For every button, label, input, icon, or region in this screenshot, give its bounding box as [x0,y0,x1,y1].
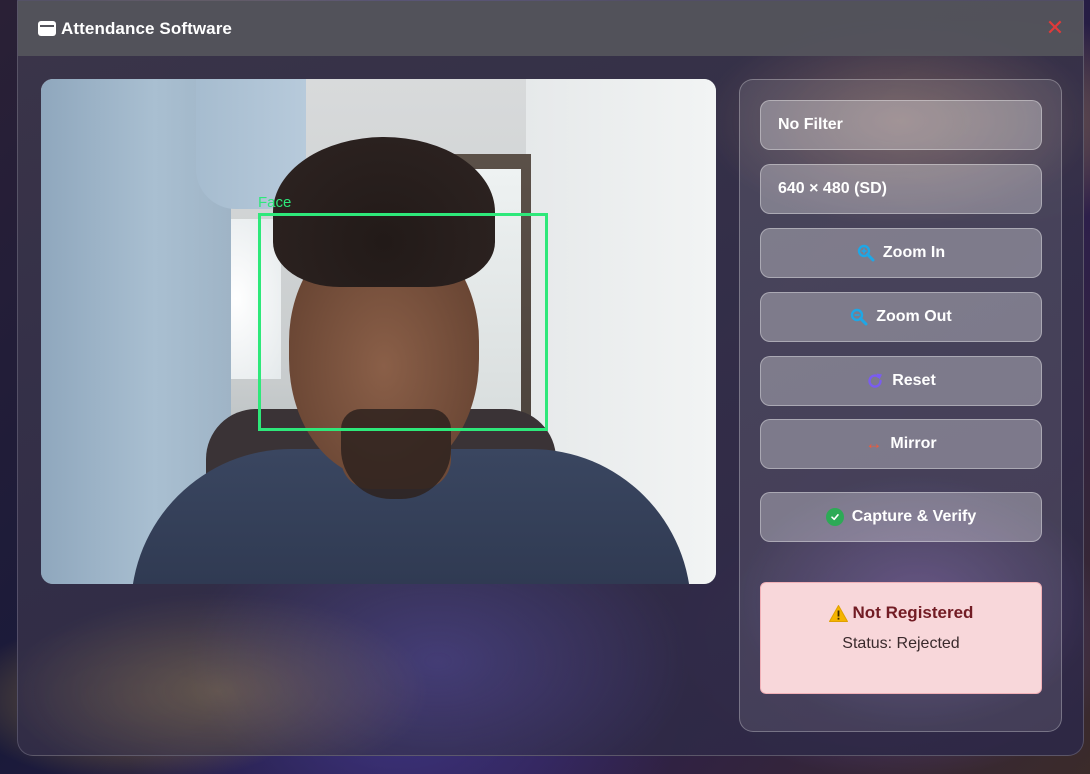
zoom-out-button[interactable]: Zoom Out [760,292,1042,342]
zoom-out-label: Zoom Out [876,308,952,325]
zoom-in-button[interactable]: Zoom In [760,228,1042,278]
title-bar: Attendance Software ✕ [18,1,1083,56]
check-circle-icon [825,508,844,526]
mirror-button[interactable]: ↔ Mirror [760,419,1042,469]
filter-select[interactable]: No Filter [760,100,1042,150]
reset-label: Reset [892,372,936,389]
face-detection-box [258,213,548,431]
zoom-out-icon [850,308,868,326]
capture-verify-label: Capture & Verify [851,508,977,525]
capture-verify-button[interactable]: Capture & Verify [760,492,1042,542]
filter-select-value: No Filter [778,116,843,133]
window-title: Attendance Software [61,18,232,38]
mirror-icon: ↔ [865,434,883,453]
zoom-in-icon [857,244,875,262]
app-window: Attendance Software ✕ Face No Filter 640… [17,0,1084,756]
reset-icon [866,372,884,390]
verification-result-card: Not Registered Status: Rejected [760,582,1042,694]
close-icon[interactable]: ✕ [1045,17,1065,39]
result-status: Status: Rejected [842,635,960,652]
warning-icon [828,604,848,622]
zoom-in-label: Zoom In [882,244,946,261]
mirror-label: Mirror [890,435,937,452]
result-title: Not Registered [852,603,974,622]
camera-preview: Face [41,79,716,584]
result-title-row: Not Registered [761,603,1041,623]
resolution-select[interactable]: 640 × 480 (SD) [760,164,1042,214]
resolution-select-value: 640 × 480 (SD) [778,180,887,197]
reset-button[interactable]: Reset [760,356,1042,406]
face-detection-label: Face [258,194,292,211]
window-icon [38,21,56,36]
control-panel: No Filter 640 × 480 (SD) Zoom In Zoom Ou… [739,79,1062,732]
